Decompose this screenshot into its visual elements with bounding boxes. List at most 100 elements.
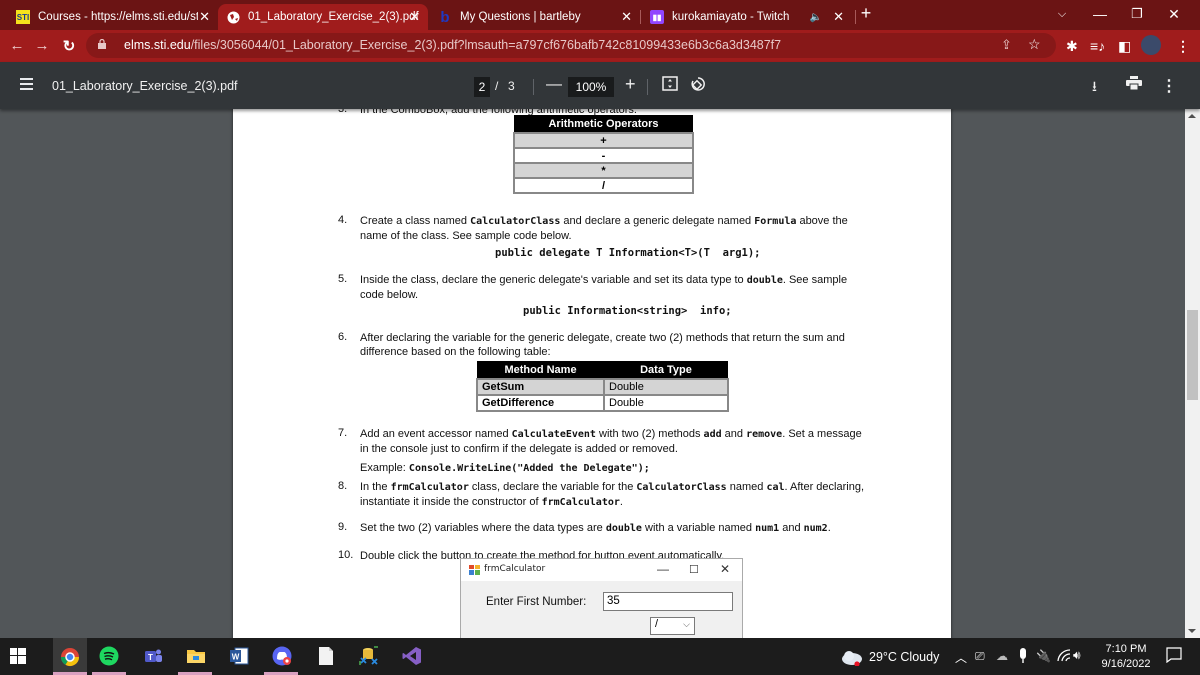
show-hidden-icons-chevron[interactable]: ︿: [955, 649, 967, 666]
frmcalculator-form-image: frmCalculator — ☐ ✕ Enter First Number: …: [460, 558, 743, 638]
page-total: 3: [508, 79, 515, 93]
item-number: 9.: [338, 521, 348, 533]
scroll-up-arrow[interactable]: [1188, 114, 1196, 118]
teams-icon: T: [145, 649, 162, 662]
minimize-button[interactable]: —: [1090, 6, 1110, 22]
start-button[interactable]: [6, 644, 30, 668]
browser-tab-bar: STI Courses - https://elms.sti.edu/stu ✕…: [0, 0, 1200, 30]
volume-icon[interactable]: 🔊︎: [1073, 648, 1081, 663]
reload-button[interactable]: ↻: [60, 37, 78, 55]
item-4-text: Create a class named CalculatorClass and…: [360, 215, 848, 242]
pdf-more-actions-icon[interactable]: ⋮: [1161, 76, 1177, 96]
code-sample-info: public Information<string> info;: [523, 305, 732, 317]
browser-toolbar: ← → ↻ elms.sti.edu/files/3056044/01_Labo…: [0, 30, 1200, 62]
restore-button[interactable]: ❐: [1127, 6, 1147, 22]
svg-text:W: W: [232, 653, 240, 662]
vertical-scrollbar[interactable]: [1185, 109, 1200, 638]
ops-table-header: Arithmetic Operators: [514, 115, 693, 133]
lock-icon: [98, 39, 106, 49]
item-8-text: In the frmCalculator class, declare the …: [360, 481, 865, 508]
forward-button[interactable]: →: [33, 37, 51, 54]
scroll-down-arrow[interactable]: [1188, 629, 1196, 633]
item-5-text: Inside the class, declare the generic de…: [360, 274, 848, 301]
chrome-menu-icon[interactable]: ⋮: [1176, 38, 1190, 55]
new-tab-button[interactable]: +: [856, 3, 876, 24]
pdf-viewer[interactable]: 3. In the ComboBox, add the following ar…: [0, 109, 1185, 638]
weather-icon[interactable]: [840, 650, 864, 669]
onedrive-icon[interactable]: ☁: [996, 649, 1008, 663]
extensions-puzzle-icon[interactable]: ✱: [1066, 38, 1078, 55]
profile-avatar[interactable]: [1141, 35, 1161, 55]
chrome-icon: [61, 647, 79, 666]
taskbar-file-explorer[interactable]: [184, 644, 208, 668]
item-number: 3.: [338, 109, 348, 115]
methods-header-name: Method Name: [477, 361, 604, 379]
url-path: /files/3056044/01_Laboratory_Exercise_2(…: [190, 38, 782, 52]
wifi-icon[interactable]: [1057, 649, 1071, 665]
close-window-button[interactable]: ✕: [1164, 6, 1184, 23]
item-6-text: After declaring the variable for the gen…: [360, 332, 845, 358]
item-number: 7.: [338, 427, 348, 439]
tab-search-chevron-icon[interactable]: ⌵: [1052, 8, 1072, 21]
close-tab-icon[interactable]: ✕: [621, 9, 632, 25]
pdf-sidebar-menu-icon[interactable]: [20, 78, 33, 90]
zoom-in-button[interactable]: +: [625, 74, 636, 95]
close-tab-icon[interactable]: ✕: [833, 9, 844, 25]
windows-logo-icon: [10, 648, 26, 664]
clock-date[interactable]: 9/16/2022: [1099, 658, 1153, 670]
tab-courses[interactable]: STI Courses - https://elms.sti.edu/stu ✕: [8, 4, 218, 30]
ops-table-cell: /: [513, 177, 694, 194]
close-tab-icon[interactable]: ✕: [409, 9, 420, 25]
arithmetic-operators-table: Arithmetic Operators + - * /: [513, 115, 694, 194]
svg-text:T: T: [148, 653, 153, 662]
taskbar-teams[interactable]: T: [141, 644, 165, 668]
meet-now-icon[interactable]: ⎚: [975, 649, 985, 664]
methods-cell: GetSum: [476, 378, 605, 396]
word-icon: W: [230, 647, 249, 665]
scrollbar-thumb[interactable]: [1187, 310, 1198, 400]
visual-studio-icon: [402, 647, 421, 665]
taskbar-discord[interactable]: [270, 644, 294, 668]
bookmark-star-icon[interactable]: ☆: [1028, 36, 1041, 53]
microphone-icon[interactable]: [1019, 648, 1027, 667]
weather-text[interactable]: 29°C Cloudy: [869, 650, 939, 664]
taskbar-spotify[interactable]: [97, 644, 121, 668]
windows-taskbar: T W 29°C Cloudy ︿ ⎚ ☁ 🔌 🔊︎ 7:10 PM 9/16/…: [0, 638, 1200, 675]
side-panel-icon[interactable]: ◧: [1118, 38, 1131, 55]
form-maximize-icon: ☐: [689, 564, 699, 576]
taskbar-word[interactable]: W: [227, 644, 251, 668]
audio-playing-icon[interactable]: 🔈: [810, 12, 822, 23]
url-text[interactable]: elms.sti.edu/files/3056044/01_Laboratory…: [124, 38, 781, 52]
tab-separator: [640, 10, 641, 24]
taskbar-tool[interactable]: [357, 644, 381, 668]
ops-table-cell: +: [513, 132, 694, 149]
taskbar-notepad[interactable]: [314, 644, 338, 668]
zoom-level-input[interactable]: 100%: [568, 77, 614, 97]
media-control-icon[interactable]: ≡♪: [1090, 38, 1105, 54]
ops-table-cell: *: [513, 162, 694, 179]
share-icon[interactable]: ⇪: [1001, 37, 1012, 53]
taskbar-chrome[interactable]: [53, 638, 87, 675]
notification-center-icon[interactable]: [1166, 647, 1182, 666]
item-7-example: Example: Console.WriteLine("Added the De…: [360, 462, 650, 474]
url-domain: elms.sti.edu: [124, 38, 191, 52]
close-tab-icon[interactable]: ✕: [199, 9, 210, 25]
page-number-input[interactable]: 2: [474, 77, 490, 97]
tab-pdf[interactable]: 01_Laboratory_Exercise_2(3).pdf ✕: [218, 4, 428, 30]
methods-cell: GetDifference: [476, 394, 605, 412]
print-icon[interactable]: [1126, 76, 1142, 95]
back-button[interactable]: ←: [8, 37, 26, 54]
zoom-out-button[interactable]: —: [546, 76, 562, 94]
fit-to-page-icon[interactable]: [662, 76, 678, 96]
twitch-icon: ▮▮: [650, 10, 664, 24]
toolbar-divider: [647, 79, 648, 95]
rotate-icon[interactable]: [690, 76, 706, 97]
clock-time[interactable]: 7:10 PM: [1101, 643, 1151, 655]
tab-twitch[interactable]: ▮▮ kurokamiayato - Twitch 🔈 ✕: [642, 4, 852, 30]
battery-icon[interactable]: 🔌: [1036, 649, 1051, 663]
taskbar-visual-studio[interactable]: [400, 644, 424, 668]
address-bar[interactable]: elms.sti.edu/files/3056044/01_Laboratory…: [86, 33, 1056, 58]
tab-bartleby[interactable]: b My Questions | bartleby ✕: [430, 4, 640, 30]
download-icon[interactable]: ⭳: [1092, 76, 1097, 100]
item-number: 5.: [338, 273, 348, 285]
